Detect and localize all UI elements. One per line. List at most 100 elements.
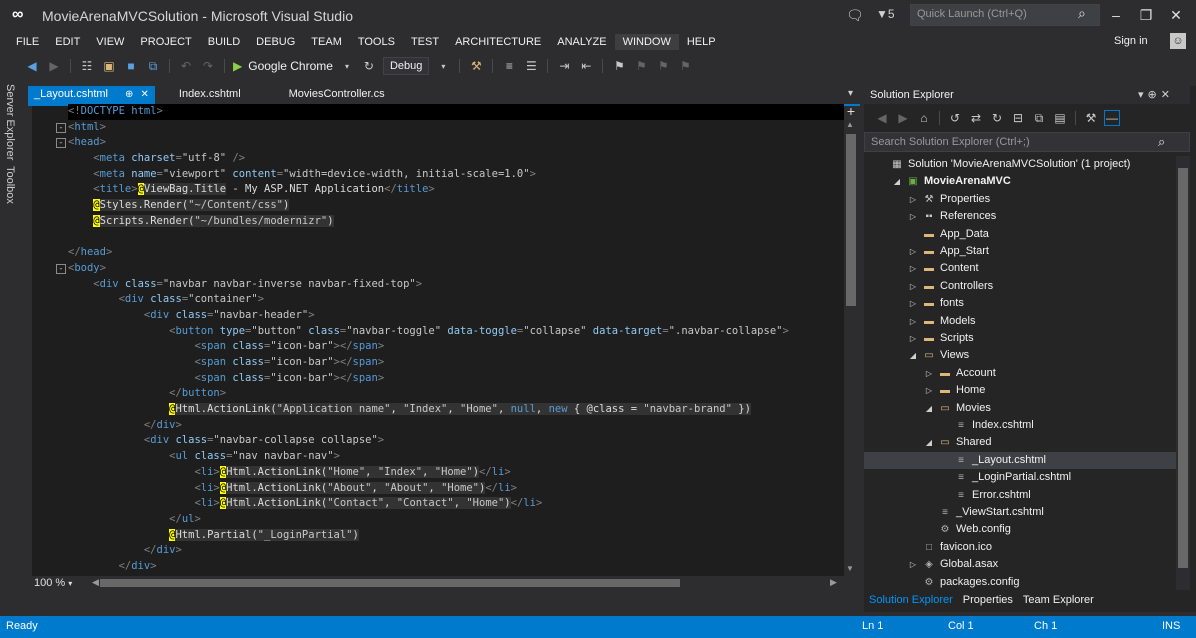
refresh-browser-icon[interactable]: ↻ [361, 59, 377, 73]
find-in-files-icon[interactable]: ⚒ [468, 59, 484, 73]
bottom-tab-solution-explorer[interactable]: Solution Explorer [864, 592, 958, 610]
tab-layout-cshtml[interactable]: _Layout.cshtml ⊕ ✕ [28, 86, 155, 104]
code-line[interactable]: <li>@Html.ActionLink("Home", "Index", "H… [68, 465, 844, 481]
outdent-icon[interactable]: ⇤ [578, 59, 594, 73]
pending-changes-filter-icon[interactable]: ↺ [947, 111, 963, 125]
expand-arrow-down-icon[interactable]: ◢ [892, 173, 902, 190]
open-file-icon[interactable]: ▣ [101, 59, 117, 73]
account-icon[interactable]: ☺ [1170, 33, 1186, 49]
search-icon[interactable]: ⌕ [1078, 5, 1086, 22]
fold-toggle-icon[interactable]: - [56, 264, 66, 274]
code-line[interactable]: </button> [68, 386, 844, 402]
tree-item[interactable]: ≡ _Layout.cshtml [864, 451, 1176, 469]
menu-view[interactable]: VIEW [88, 34, 132, 50]
indent-icon[interactable]: ⇥ [556, 59, 572, 73]
menu-build[interactable]: BUILD [200, 34, 248, 50]
scroll-down-icon[interactable]: ▼ [846, 564, 854, 573]
code-line[interactable]: </div> [68, 543, 844, 559]
menu-test[interactable]: TEST [403, 34, 447, 50]
solution-configuration-dropdown[interactable]: Debug [382, 57, 430, 75]
undo-icon[interactable]: ↶ [178, 59, 194, 73]
panel-window-buttons[interactable]: ▾⊕✕ [1138, 88, 1174, 101]
tree-item[interactable]: ◢ ▭ Views [864, 347, 1176, 364]
preview-icon[interactable]: ▤ [1052, 111, 1068, 125]
code-line[interactable]: <span class="icon-bar"></span> [68, 371, 844, 387]
toggle-breakpoint-icon[interactable]: ≡ [501, 59, 517, 73]
home-icon[interactable]: ⌂ [916, 111, 932, 125]
close-panel-icon[interactable]: ✕ [1161, 89, 1174, 101]
maximize-button[interactable]: ❐ [1134, 4, 1158, 26]
tree-item[interactable]: ▷ ▬ fonts [864, 295, 1176, 312]
tree-item[interactable]: ≡ _ViewStart.cshtml [864, 504, 1176, 521]
bottom-tab-properties[interactable]: Properties [958, 592, 1018, 610]
expand-arrow-right-icon[interactable]: ▷ [924, 365, 934, 382]
expand-arrow-right-icon[interactable]: ▷ [908, 243, 918, 260]
tree-item[interactable]: ◢ ▭ Shared [864, 434, 1176, 451]
tree-item[interactable]: ▷ ▪▪ References [864, 208, 1176, 225]
menu-window[interactable]: WINDOW [614, 34, 679, 50]
close-tab-icon[interactable]: ✕ [141, 89, 149, 100]
save-icon[interactable]: ■ [123, 59, 139, 73]
search-icon[interactable]: ⌕ [1158, 134, 1165, 150]
fold-toggle-icon[interactable]: - [56, 122, 66, 133]
tree-item[interactable]: ▷ ▬ Account [864, 365, 1176, 382]
fold-toggle-icon[interactable]: - [56, 138, 66, 149]
preview-selected-items-icon[interactable]: — [1104, 110, 1120, 126]
bookmark-icon[interactable]: ⚑ [611, 59, 627, 73]
code-line[interactable]: @Html.Partial("_LoginPartial") [68, 528, 844, 544]
scroll-up-icon[interactable]: ▲ [846, 120, 854, 129]
tree-item[interactable]: ▷ ▬ Models [864, 313, 1176, 330]
comment-lines-icon[interactable]: ☰ [523, 59, 539, 73]
tree-item[interactable]: ▷ ▬ Home [864, 382, 1176, 399]
expand-arrow-down-icon[interactable]: ◢ [924, 400, 934, 417]
tree-item[interactable]: ▷ ▬ Scripts [864, 330, 1176, 347]
code-line[interactable] [68, 230, 844, 246]
code-line[interactable]: </div> [68, 559, 844, 575]
tree-item[interactable]: ◢ ▭ Movies [864, 400, 1176, 417]
solution-explorer-search-input[interactable]: Search Solution Explorer (Ctrl+;) [864, 132, 1190, 152]
start-debugging-icon[interactable]: ▶ [233, 59, 242, 73]
code-line[interactable]: <li>@Html.ActionLink("Contact", "Contact… [68, 496, 844, 512]
browser-selector[interactable]: Google Chrome [248, 59, 333, 73]
code-line[interactable]: </ul> [68, 512, 844, 528]
expand-arrow-right-icon[interactable]: ▷ [908, 278, 918, 295]
code-line[interactable]: @Scripts.Render("~/bundles/modernizr") [68, 214, 844, 230]
next-bookmark-icon[interactable]: ⚑ [655, 59, 671, 73]
expand-arrow-right-icon[interactable]: ▷ [908, 260, 918, 277]
refresh-icon[interactable]: ↻ [989, 111, 1005, 125]
forward-icon[interactable]: ▶ [895, 111, 911, 125]
tree-item[interactable]: ▦ Solution 'MovieArenaMVCSolution' (1 pro… [864, 156, 1176, 173]
sign-in-link[interactable]: Sign in [1114, 35, 1148, 47]
tree-item[interactable]: ▬ App_Data [864, 226, 1176, 243]
tree-item[interactable]: ▷ ▬ Content [864, 260, 1176, 277]
code-lines[interactable]: <!DOCTYPE html> <html> <head> <meta charse… [68, 104, 844, 578]
expand-arrow-right-icon[interactable]: ▷ [908, 191, 918, 208]
zoom-level-dropdown[interactable]: 100 % ▾ [34, 577, 72, 589]
code-line[interactable]: </div> [68, 418, 844, 434]
server-explorer-tab[interactable]: Server Explorer [4, 84, 16, 160]
menu-help[interactable]: HELP [679, 34, 724, 50]
expand-arrow-right-icon[interactable]: ▷ [908, 295, 918, 312]
code-line[interactable]: <button type="button" class="navbar-togg… [68, 324, 844, 340]
tree-item[interactable]: ◢ ▣ MovieArenaMVC [864, 173, 1176, 190]
expand-arrow-down-icon[interactable]: ◢ [908, 347, 918, 364]
toolbox-tab[interactable]: Toolbox [4, 166, 16, 204]
editor-vertical-scroll-thumb[interactable] [846, 134, 856, 306]
code-line[interactable]: <!DOCTYPE html> [68, 104, 844, 120]
code-line[interactable]: <ul class="nav navbar-nav"> [68, 449, 844, 465]
editor-horizontal-scroll-thumb[interactable] [100, 579, 680, 587]
tree-item[interactable]: ▷ ▬ App_Start [864, 243, 1176, 260]
solution-explorer-scroll-thumb[interactable] [1178, 168, 1188, 568]
code-line[interactable]: </head> [68, 245, 844, 261]
show-all-files-icon[interactable]: ⧉ [1031, 111, 1047, 126]
window-position-icon[interactable]: ▾ [1138, 89, 1148, 101]
code-line[interactable]: <html> [68, 120, 844, 136]
code-line[interactable]: @Styles.Render("~/Content/css") [68, 198, 844, 214]
code-line[interactable]: <meta name="viewport" content="width=dev… [68, 167, 844, 183]
tab-moviescontroller-cs[interactable]: MoviesController.cs [283, 86, 391, 104]
menu-file[interactable]: FILE [8, 34, 47, 50]
tree-item[interactable]: ≡ _LoginPartial.cshtml [864, 469, 1176, 486]
navigate-forward-icon[interactable]: ▶ [46, 59, 62, 73]
navigate-back-icon[interactable]: ◀ [24, 59, 40, 73]
new-project-icon[interactable]: ☷ [79, 59, 95, 73]
